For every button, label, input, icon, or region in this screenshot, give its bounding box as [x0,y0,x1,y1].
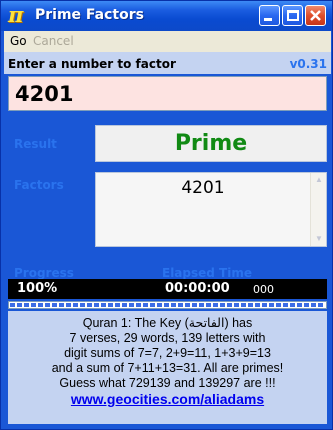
version-label: v0.31 [289,57,327,71]
title-bar[interactable]: π Prime Factors [1,1,332,31]
about-line: Guess what 729139 and 139297 are !!! [59,376,276,390]
minimize-icon [264,18,272,21]
factors-label: Factors [14,178,64,192]
prompt-bar: Enter a number to factor v0.31 [4,52,331,74]
factors-scrollbar[interactable]: ▲ ▼ [310,173,326,246]
scroll-down-icon[interactable]: ▼ [314,235,324,243]
elapsed-time-value: 00:00:00 [165,281,230,296]
status-readout: 100% 00:00:00 000 [8,279,327,299]
about-line: Quran 1: The Key (الفاتحة) has [82,316,253,330]
progress-bar [8,301,327,309]
minimize-button[interactable] [259,5,280,26]
result-label: Result [14,137,57,151]
window-title: Prime Factors [35,7,144,23]
main-panel: Enter a number to factor v0.31 Result Pr… [4,52,331,428]
close-icon [310,10,321,21]
about-line: digit sums of 7=7, 2+9=11, 1+3+9=13 [64,346,271,360]
elapsed-ms-value: 000 [253,283,274,296]
menu-bar: Go Cancel [4,31,331,52]
progress-percent: 100% [17,281,58,296]
app-window: π Prime Factors Go Cancel Enter a number… [0,0,333,430]
factors-list[interactable]: 4201 ▲ ▼ [95,172,327,247]
maximize-icon [287,10,299,21]
number-input[interactable] [8,76,327,111]
about-line: 7 verses, 29 words, 139 letters with [69,331,266,345]
about-text: Quran 1: The Key (الفاتحة) has 7 verses,… [8,311,327,424]
progress-fill [10,303,325,307]
pi-icon: π [8,2,24,27]
menu-cancel[interactable]: Cancel [33,34,74,48]
about-line: and a sum of 7+11+13=31. All are primes! [51,361,284,375]
factor-item: 4201 [181,178,225,198]
progress-label: Progress [14,266,74,280]
scroll-up-icon[interactable]: ▲ [314,176,324,184]
maximize-button[interactable] [282,5,303,26]
menu-go[interactable]: Go [10,34,27,48]
elapsed-time-label: Elapsed Time [162,266,252,280]
website-link[interactable]: www.geocities.com/aliadams [8,392,327,407]
result-value: Prime [95,125,327,162]
close-button[interactable] [305,5,326,26]
number-prompt-label: Enter a number to factor [8,57,176,71]
